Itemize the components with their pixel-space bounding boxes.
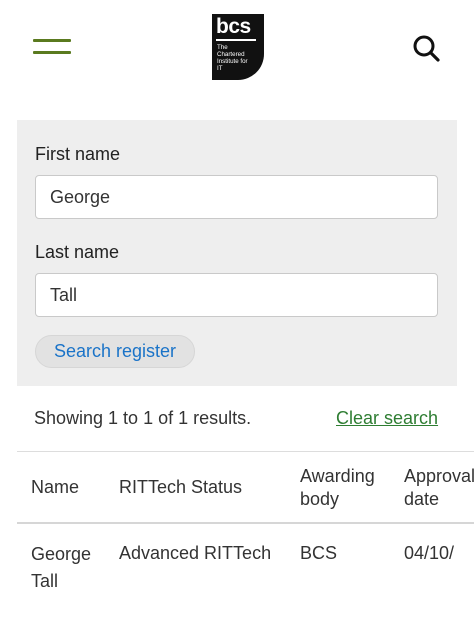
cell-awarding-body: BCS xyxy=(300,543,338,563)
site-header: bcs The Chartered Institute for IT xyxy=(0,0,474,100)
results-summary: Showing 1 to 1 of 1 results. xyxy=(34,408,252,428)
search-form-panel: First name Last name Search register xyxy=(17,120,457,386)
cell-status: Advanced RITTech xyxy=(119,543,272,563)
column-header-awarding-body: Awarding body xyxy=(300,466,375,509)
last-name-label: Last name xyxy=(35,242,120,262)
cell-name: George Tall xyxy=(31,544,92,591)
logo-divider xyxy=(216,39,256,41)
hamburger-menu-icon[interactable] xyxy=(33,38,73,56)
menu-bar-bottom xyxy=(33,51,71,54)
column-header-approval-date: Approval date xyxy=(404,466,474,509)
page: bcs The Chartered Institute for IT First… xyxy=(0,0,474,622)
column-header-name: Name xyxy=(31,477,80,497)
table-top-divider xyxy=(17,451,474,452)
logo-mark: bcs xyxy=(216,15,251,38)
first-name-label: First name xyxy=(35,144,121,164)
table-header-divider xyxy=(17,522,474,524)
bcs-logo[interactable]: bcs The Chartered Institute for IT xyxy=(212,14,264,80)
menu-bar-top xyxy=(33,39,71,42)
search-icon[interactable] xyxy=(411,33,441,63)
last-name-input[interactable] xyxy=(35,273,438,317)
search-register-button[interactable]: Search register xyxy=(35,335,196,368)
clear-search-link[interactable]: Clear search xyxy=(336,408,438,429)
column-header-status: RITTech Status xyxy=(119,477,243,497)
logo-subtitle: The Chartered Institute for IT xyxy=(217,44,248,72)
cell-approval-date: 04/10/ xyxy=(404,543,455,563)
first-name-input[interactable] xyxy=(35,175,438,219)
results-table: Name RITTech Status Awarding body Approv… xyxy=(17,451,474,622)
